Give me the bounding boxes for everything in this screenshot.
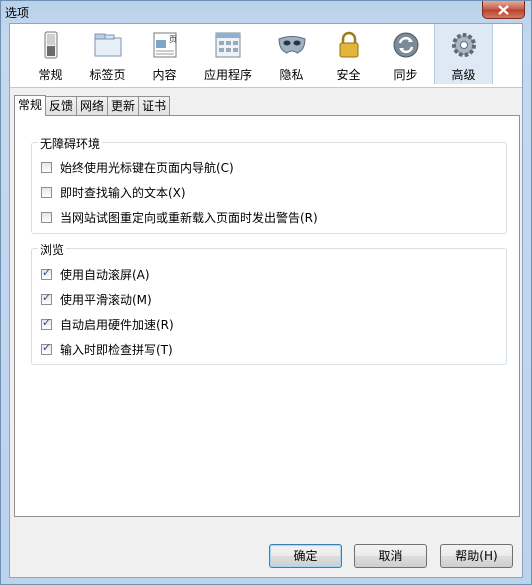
checkbox[interactable] [41,211,52,223]
tabs-icon [94,33,121,57]
toolbar-item-security[interactable]: 安全 [320,24,377,84]
tab-network[interactable]: 网络 [76,96,109,115]
close-button[interactable] [482,1,525,19]
close-icon [498,5,509,15]
toolbar-label: 常规 [38,68,63,82]
tab-feedback[interactable]: 反馈 [45,96,78,115]
option-label: 使用平滑滚动(M) [60,292,152,307]
group-title: 浏览 [38,241,67,258]
lock-icon [339,31,358,58]
help-button[interactable]: 帮助(H) [440,544,513,568]
option-autoscroll[interactable]: 使用自动滚屏(A) [41,266,150,282]
application-icon [215,32,241,58]
option-label: 当网站试图重定向或重新载入页面时发出警告(R) [60,210,318,225]
option-label: 输入时即检查拼写(T) [60,342,173,357]
toolbar-item-sync[interactable]: 同步 [377,24,434,84]
gear-icon [451,33,476,57]
ok-button[interactable]: 确定 [269,544,342,568]
option-find-as-you-type[interactable]: 即时查找输入的文本(X) [41,184,186,200]
option-smooth-scrolling[interactable]: 使用平滑滚动(M) [41,291,152,307]
tab-panel: 无障碍环境 始终使用光标键在页面内导航(C) 即时查找输入的文本(X) 当网站试… [14,115,520,517]
toolbar-item-content[interactable]: 页 内容 [136,24,193,84]
option-cursor-navigation[interactable]: 始终使用光标键在页面内导航(C) [41,159,234,175]
toolbar-label: 安全 [336,68,361,82]
checkbox[interactable] [41,161,52,173]
preferences-toolbar: 常规 标签页 页 内容 应用程序 隐私 安全 同步 高级 [10,24,522,88]
group-title: 无障碍环境 [38,135,103,152]
toolbar-item-privacy[interactable]: 隐私 [263,24,320,84]
toolbar-label: 高级 [451,68,476,82]
option-hardware-acceleration[interactable]: 自动启用硬件加速(R) [41,316,174,332]
window-title: 选项 [5,6,30,20]
switch-icon [44,31,57,59]
toolbar-item-general[interactable]: 常规 [22,24,79,84]
options-window: 选项 常规 标签页 页 内容 应用程序 隐私 安全 同步 高级 常规 反馈 网络… [0,0,532,585]
option-spell-check[interactable]: 输入时即检查拼写(T) [41,341,173,357]
checkbox[interactable] [41,316,52,330]
toolbar-item-tabs[interactable]: 标签页 [79,24,136,84]
option-label: 使用自动滚屏(A) [60,267,150,282]
page-icon: 页 [153,32,177,58]
toolbar-label: 标签页 [89,68,126,82]
checkbox[interactable] [41,291,52,305]
accessibility-group: 无障碍环境 始终使用光标键在页面内导航(C) 即时查找输入的文本(X) 当网站试… [31,135,507,234]
tab-general[interactable]: 常规 [14,95,47,116]
svg-text:页: 页 [169,35,177,44]
browsing-group: 浏览 使用自动滚屏(A) 使用平滑滚动(M) 自动启用硬件加速(R) 输入时即检… [31,241,507,365]
title-bar: 选项 [1,1,531,23]
checkbox[interactable] [41,266,52,280]
option-label: 即时查找输入的文本(X) [60,185,186,200]
option-label: 自动启用硬件加速(R) [60,317,174,332]
checkbox[interactable] [41,341,52,355]
toolbar-label: 同步 [393,68,418,82]
checkbox[interactable] [41,186,52,198]
cancel-button[interactable]: 取消 [354,544,427,568]
toolbar-label: 隐私 [279,68,304,82]
sync-icon [393,32,418,58]
toolbar-label: 内容 [152,68,177,82]
mask-icon [277,36,306,54]
tab-update[interactable]: 更新 [107,96,140,115]
toolbar-item-advanced[interactable]: 高级 [434,24,493,84]
option-label: 始终使用光标键在页面内导航(C) [60,160,234,175]
tab-certificates[interactable]: 证书 [138,96,171,115]
dialog-body: 常规 标签页 页 内容 应用程序 隐私 安全 同步 高级 常规 反馈 网络 更新… [9,23,523,578]
toolbar-label: 应用程序 [203,68,252,82]
option-redirect-warning[interactable]: 当网站试图重定向或重新载入页面时发出警告(R) [41,209,318,225]
toolbar-item-applications[interactable]: 应用程序 [193,24,263,84]
advanced-tabs: 常规 反馈 网络 更新 证书 [14,95,171,116]
